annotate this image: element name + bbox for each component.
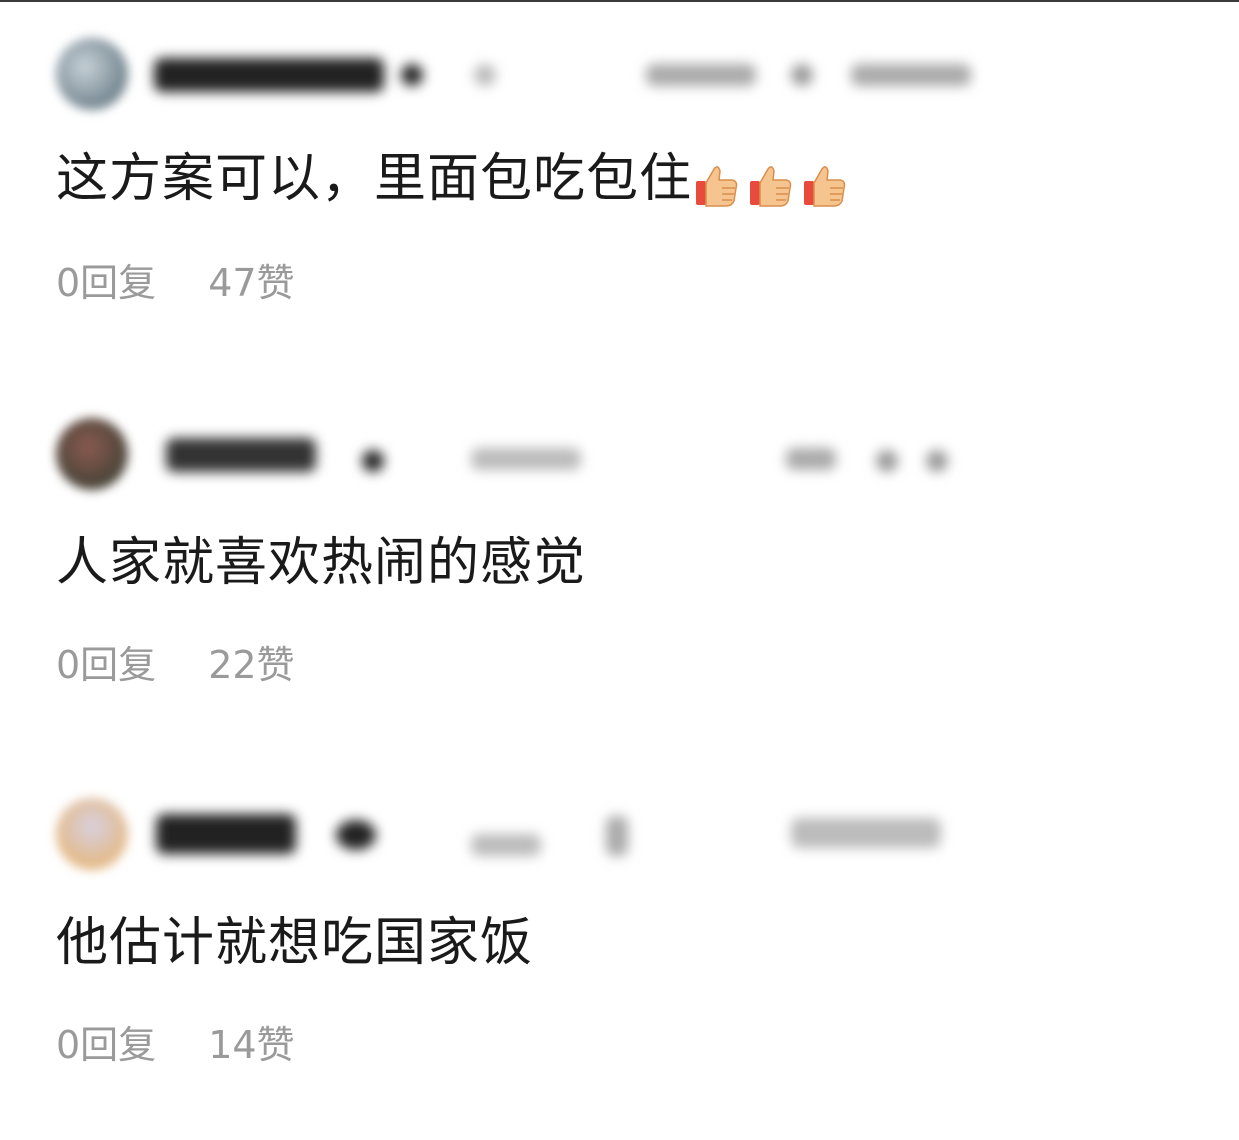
comment-item: 他估计就想吃国家饭 0回复 14赞 xyxy=(0,760,1239,1140)
comment-header xyxy=(56,794,996,874)
reply-count[interactable]: 0回复 xyxy=(56,1023,156,1067)
like-count[interactable]: 14赞 xyxy=(208,1023,294,1067)
comment-stats: 0回复 47赞 xyxy=(56,252,295,307)
meta-info-blurred xyxy=(606,816,628,856)
meta-dot-blurred xyxy=(876,450,898,472)
comment-item: 人家就喜欢热闹的感觉 0回复 22赞 xyxy=(0,380,1239,760)
reply-count[interactable]: 0回复 xyxy=(56,643,156,687)
meta-info-blurred xyxy=(851,64,971,86)
reply-count[interactable]: 0回复 xyxy=(56,261,156,305)
meta-info-blurred xyxy=(791,818,941,848)
comment-item: 这方案可以，里面包吃包住 0回复 47赞 xyxy=(0,0,1239,380)
comment-stats: 0回复 14赞 xyxy=(56,1014,295,1069)
comment-header xyxy=(56,34,996,114)
comment-text: 人家就喜欢热闹的感觉 xyxy=(56,533,587,593)
comment-text-content: 这方案可以，里面包吃包住 xyxy=(56,149,693,209)
user-badge-blurred xyxy=(336,820,376,850)
meta-info-blurred xyxy=(471,448,581,470)
thumbs-up-icon xyxy=(750,166,792,207)
meta-dot-blurred xyxy=(926,450,948,472)
thumbs-up-icon xyxy=(804,166,846,207)
thumbs-up-icon xyxy=(696,166,738,207)
emoji-group xyxy=(694,147,856,217)
comment-text: 他估计就想吃国家饭 xyxy=(56,913,534,973)
meta-info-blurred xyxy=(646,64,756,86)
meta-info-blurred xyxy=(471,834,541,856)
user-badge-blurred xyxy=(362,450,384,472)
meta-info-blurred xyxy=(786,448,836,470)
meta-dot-blurred xyxy=(791,64,813,86)
comment-text: 这方案可以，里面包吃包住 xyxy=(56,144,856,217)
comment-header xyxy=(56,414,996,494)
user-badge-blurred xyxy=(401,64,423,86)
meta-dot-blurred xyxy=(474,64,496,86)
like-count[interactable]: 47赞 xyxy=(208,261,294,305)
username-blurred[interactable] xyxy=(156,814,296,854)
username-blurred[interactable] xyxy=(166,438,316,472)
like-count[interactable]: 22赞 xyxy=(208,643,294,687)
avatar[interactable] xyxy=(56,418,128,490)
username-blurred[interactable] xyxy=(154,58,384,92)
comment-stats: 0回复 22赞 xyxy=(56,634,295,689)
avatar[interactable] xyxy=(56,798,128,870)
avatar[interactable] xyxy=(56,38,128,110)
